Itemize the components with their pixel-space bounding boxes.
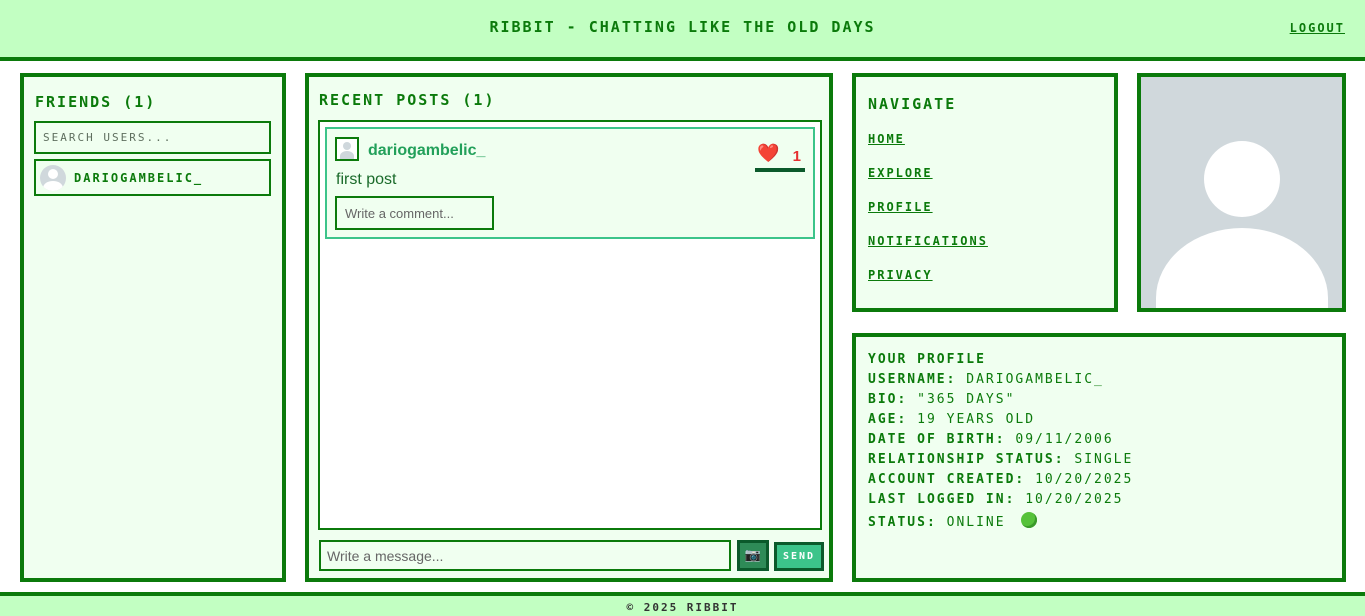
username-label: USERNAME:: [868, 372, 957, 387]
friend-name: DARIOGAMBELIC_: [74, 171, 204, 185]
nav-link-profile[interactable]: PROFILE: [868, 200, 933, 214]
nav-link-privacy[interactable]: PRIVACY: [868, 268, 933, 282]
status-value: ONLINE: [946, 515, 1006, 530]
nav-link-notifications[interactable]: NOTIFICATIONS: [868, 234, 988, 248]
profile-relationship-row: RELATIONSHIP STATUS: SINGLE: [868, 452, 1133, 467]
last-login-label: LAST LOGGED IN:: [868, 492, 1016, 507]
last-login-value: 10/20/2025: [1025, 492, 1124, 507]
post-card: dariogambelic_ ❤️ 1 first post: [325, 127, 815, 239]
profile-dob-row: DATE OF BIRTH: 09/11/2006: [868, 432, 1114, 447]
profile-username-row: USERNAME: DARIOGAMBELIC_: [868, 372, 1104, 387]
profile-bio-row: BIO: "365 DAYS": [868, 392, 1015, 407]
search-users-input[interactable]: [34, 121, 271, 154]
profile-avatar: [1137, 73, 1346, 312]
profile-age-row: AGE: 19 YEARS OLD: [868, 412, 1035, 427]
age-label: AGE:: [868, 412, 908, 427]
bio-label: BIO:: [868, 392, 908, 407]
posts-panel: RECENT POSTS (1) dariogambelic_ ❤️ 1 fir…: [305, 73, 833, 582]
post-avatar-icon: [335, 137, 359, 161]
relationship-label: RELATIONSHIP STATUS:: [868, 452, 1065, 467]
nav-link-explore[interactable]: EXPLORE: [868, 166, 933, 180]
friends-title: FRIENDS (1): [35, 93, 157, 111]
dob-value: 09/11/2006: [1015, 432, 1114, 447]
friends-panel: FRIENDS (1) DARIOGAMBELIC_: [20, 73, 286, 582]
avatar-body-shape: [1156, 228, 1328, 308]
nav-link-home[interactable]: HOME: [868, 132, 905, 146]
navigate-title: NAVIGATE: [868, 95, 957, 113]
like-button[interactable]: ❤️ 1: [755, 143, 805, 172]
camera-button[interactable]: 📷: [737, 540, 769, 571]
online-status-icon: [1021, 512, 1038, 528]
avatar-head-shape: [1204, 141, 1280, 217]
relationship-value: SINGLE: [1074, 452, 1134, 467]
dob-label: DATE OF BIRTH:: [868, 432, 1006, 447]
friend-avatar-icon: [40, 165, 66, 191]
navigate-panel: NAVIGATE HOME EXPLORE PROFILE NOTIFICATI…: [852, 73, 1118, 312]
footer: © 2025 RIBBIT: [0, 592, 1365, 616]
status-label: STATUS:: [868, 515, 937, 530]
created-label: ACCOUNT CREATED:: [868, 472, 1026, 487]
message-input[interactable]: [319, 540, 731, 571]
age-value: 19 YEARS OLD: [917, 412, 1036, 427]
header: RIBBIT - CHATTING LIKE THE OLD DAYS LOGO…: [0, 0, 1365, 61]
posts-title: RECENT POSTS (1): [319, 91, 496, 109]
profile-last-login-row: LAST LOGGED IN: 10/20/2025: [868, 492, 1124, 507]
profile-title: YOUR PROFILE: [868, 352, 986, 367]
heart-icon: ❤️: [757, 143, 780, 164]
friend-list-item[interactable]: DARIOGAMBELIC_: [34, 159, 271, 196]
post-feed[interactable]: dariogambelic_ ❤️ 1 first post: [318, 120, 822, 530]
post-username[interactable]: dariogambelic_: [368, 142, 485, 160]
logout-link[interactable]: LOGOUT: [1290, 21, 1345, 35]
send-button[interactable]: SEND: [774, 542, 824, 571]
comment-input[interactable]: [335, 196, 494, 230]
profile-created-row: ACCOUNT CREATED: 10/20/2025: [868, 472, 1133, 487]
bio-value: "365 DAYS": [917, 392, 1016, 407]
post-text: first post: [336, 171, 397, 188]
profile-panel: YOUR PROFILE USERNAME: DARIOGAMBELIC_ BI…: [852, 333, 1346, 582]
created-value: 10/20/2025: [1035, 472, 1134, 487]
username-value: DARIOGAMBELIC_: [966, 372, 1104, 387]
profile-status-row: STATUS: ONLINE: [868, 512, 1038, 530]
like-count: 1: [792, 148, 801, 165]
camera-icon: 📷: [744, 548, 762, 563]
app-title: RIBBIT - CHATTING LIKE THE OLD DAYS: [489, 18, 876, 36]
